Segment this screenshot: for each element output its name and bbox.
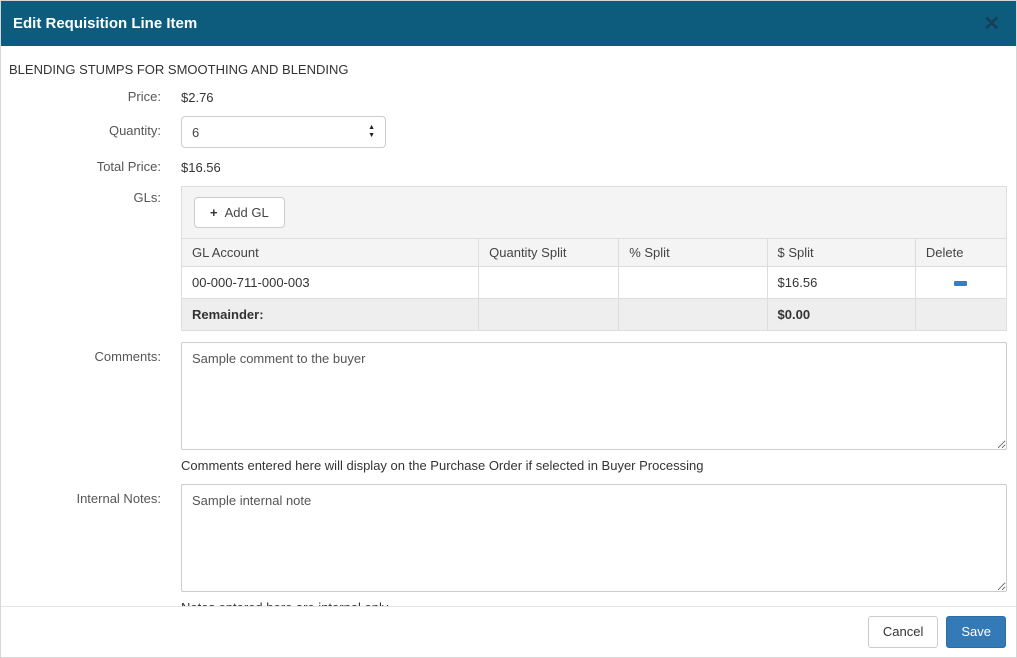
internal-notes-row: Internal Notes: Sample internal note Not…: [1, 484, 1007, 606]
edit-requisition-line-item-dialog: Edit Requisition Line Item ✕ BLENDING ST…: [0, 0, 1017, 658]
col-quantity-split: Quantity Split: [479, 239, 619, 267]
dollar-split-cell: $16.56: [767, 267, 915, 299]
spinner-up-icon[interactable]: ▲: [368, 124, 375, 132]
col-delete: Delete: [915, 239, 1006, 267]
comments-textarea[interactable]: Sample comment to the buyer: [181, 342, 1007, 450]
col-dollar-split: $ Split: [767, 239, 915, 267]
internal-notes-textarea[interactable]: Sample internal note: [181, 484, 1007, 592]
remainder-percent-split: [619, 299, 767, 331]
quantity-row: Quantity: ▲ ▼: [1, 116, 1007, 148]
col-percent-split: % Split: [619, 239, 767, 267]
dialog-title: Edit Requisition Line Item: [13, 15, 197, 32]
line-item-description: BLENDING STUMPS FOR SMOOTHING AND BLENDI…: [9, 62, 1007, 77]
gls-label: GLs:: [1, 186, 181, 205]
price-value: $2.76: [181, 89, 1007, 105]
quantity-split-cell: [479, 267, 619, 299]
dialog-header: Edit Requisition Line Item ✕: [1, 1, 1016, 46]
delete-cell: [915, 267, 1006, 299]
percent-split-cell: [619, 267, 767, 299]
total-price-label: Total Price:: [1, 159, 181, 174]
add-gl-label: Add GL: [225, 205, 269, 220]
save-button[interactable]: Save: [946, 616, 1006, 648]
col-gl-account: GL Account: [182, 239, 479, 267]
dialog-footer: Cancel Save: [1, 606, 1016, 657]
close-icon[interactable]: ✕: [979, 12, 1004, 36]
comments-row: Comments: Sample comment to the buyer Co…: [1, 342, 1007, 473]
total-price-value: $16.56: [181, 159, 1007, 175]
price-row: Price: $2.76: [1, 89, 1007, 105]
price-label: Price:: [1, 89, 181, 104]
gl-remainder-row: Remainder: $0.00: [182, 299, 1006, 331]
total-price-row: Total Price: $16.56: [1, 159, 1007, 175]
dialog-body: BLENDING STUMPS FOR SMOOTHING AND BLENDI…: [1, 46, 1016, 606]
remainder-delete-cell: [915, 299, 1006, 331]
plus-icon: +: [210, 205, 218, 220]
remainder-dollar-split: $0.00: [767, 299, 915, 331]
add-gl-button[interactable]: + Add GL: [194, 197, 285, 228]
remove-gl-icon[interactable]: [954, 281, 967, 286]
remainder-label: Remainder:: [182, 299, 479, 331]
cancel-button[interactable]: Cancel: [868, 616, 938, 648]
gls-row: GLs: + Add GL: [1, 186, 1007, 331]
quantity-label: Quantity:: [1, 116, 181, 138]
gl-table-row: 00-000-711-000-003 $16.56: [182, 267, 1006, 299]
quantity-input[interactable]: [182, 125, 368, 140]
comments-help-text: Comments entered here will display on th…: [181, 458, 1007, 473]
gl-account-cell: 00-000-711-000-003: [182, 267, 479, 299]
spinner-down-icon[interactable]: ▼: [368, 132, 375, 140]
quantity-stepper[interactable]: ▲ ▼: [181, 116, 386, 148]
internal-notes-label: Internal Notes:: [1, 484, 181, 506]
gl-table-header-row: GL Account Quantity Split % Split $ Spli…: [182, 239, 1006, 267]
gl-panel: + Add GL GL Account Quantity Split: [181, 186, 1007, 331]
quantity-spinner[interactable]: ▲ ▼: [368, 124, 375, 140]
gl-table: GL Account Quantity Split % Split $ Spli…: [182, 238, 1006, 330]
gl-toolbar: + Add GL: [182, 187, 1006, 238]
remainder-quantity-split: [479, 299, 619, 331]
comments-label: Comments:: [1, 342, 181, 364]
